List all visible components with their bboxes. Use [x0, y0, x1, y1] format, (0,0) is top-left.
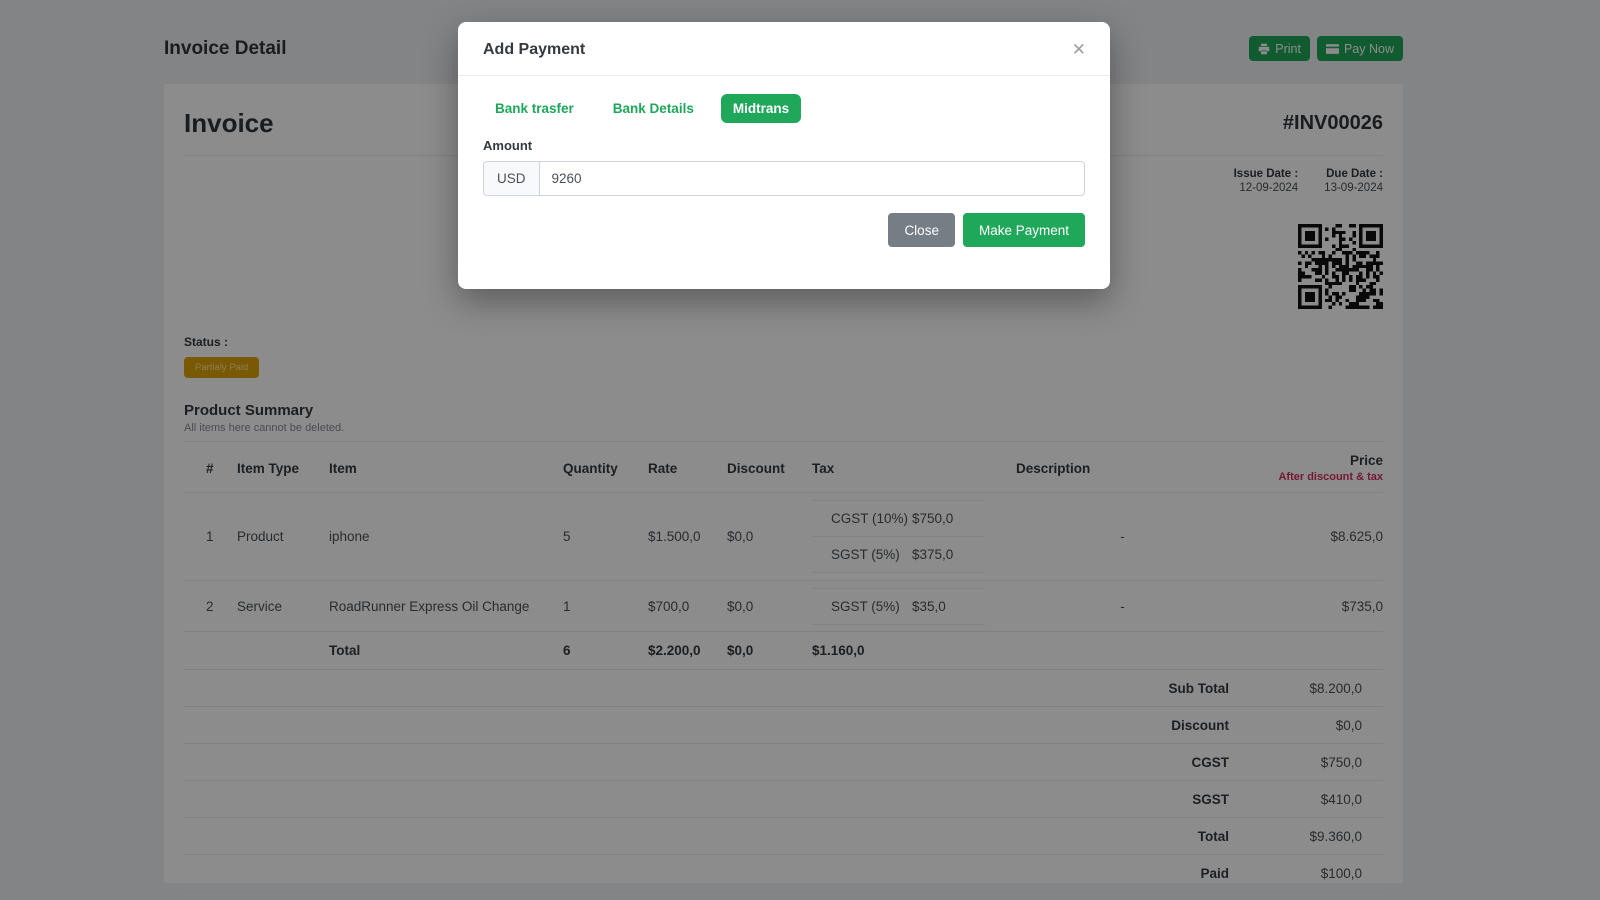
modal-close-button[interactable]: ✕	[1068, 39, 1090, 60]
tab-midtrans[interactable]: Midtrans	[720, 94, 802, 123]
make-payment-button[interactable]: Make Payment	[962, 213, 1085, 247]
close-icon: ✕	[1071, 40, 1086, 59]
currency-prefix: USD	[483, 161, 539, 196]
amount-label: Amount	[483, 138, 533, 153]
add-payment-modal: Add Payment ✕ Bank trasfer Bank Details …	[458, 22, 1110, 289]
amount-input[interactable]	[538, 161, 1085, 196]
close-button[interactable]: Close	[888, 213, 955, 247]
modal-title: Add Payment	[483, 40, 586, 58]
tab-bank-details[interactable]: Bank Details	[601, 94, 706, 123]
payment-method-tabs: Bank trasfer Bank Details Midtrans	[483, 94, 1085, 123]
tab-bank-transfer[interactable]: Bank trasfer	[483, 94, 586, 123]
amount-input-group: USD	[483, 161, 1085, 196]
